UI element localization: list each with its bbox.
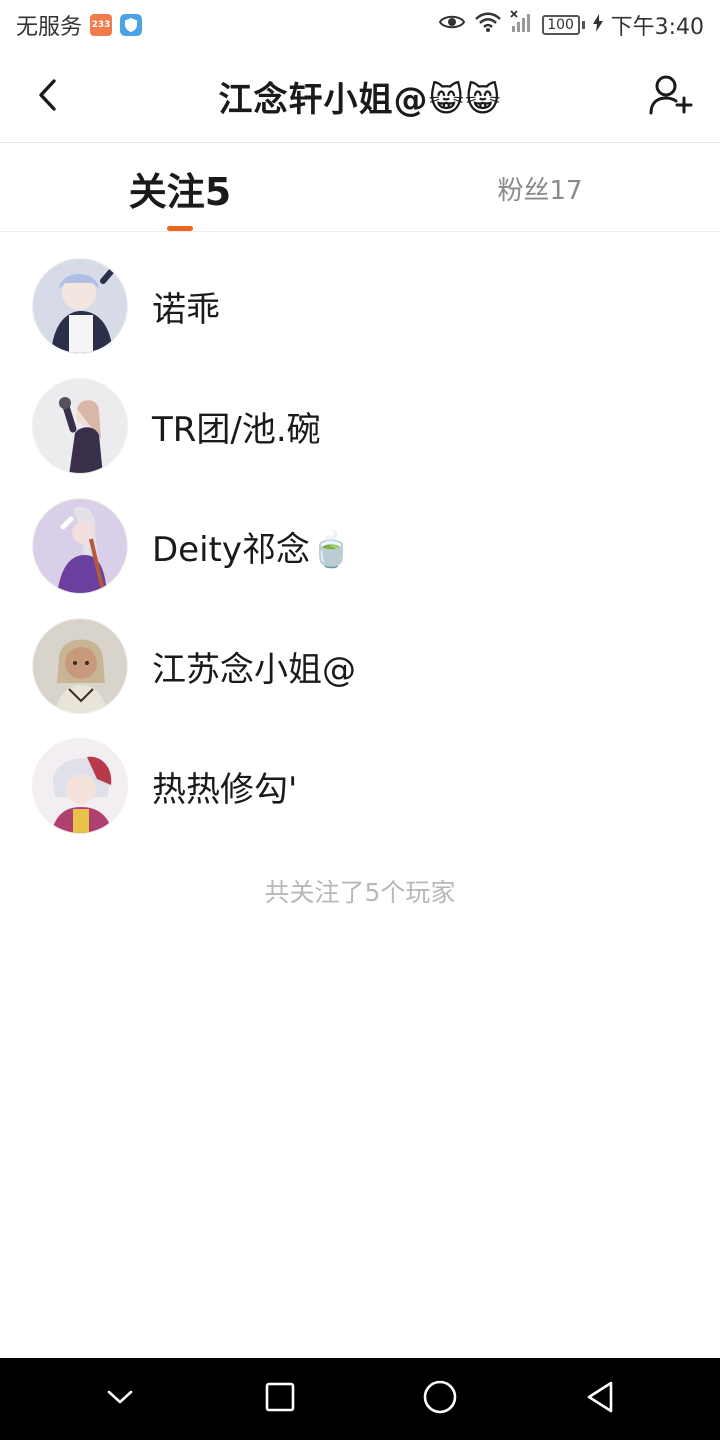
hide-nav-button[interactable] xyxy=(90,1369,150,1429)
avatar[interactable] xyxy=(32,498,128,594)
no-signal-icon xyxy=(509,10,534,40)
active-tab-indicator xyxy=(167,226,193,231)
user-name: TR团/池.碗 xyxy=(152,409,321,450)
following-list: 诺乖 TR团/池.碗 Deity祁念🍵 江苏念小姐@ 热热修勾' xyxy=(0,246,720,846)
avatar[interactable] xyxy=(32,618,128,714)
avatar[interactable] xyxy=(32,378,128,474)
battery-tip xyxy=(581,21,585,29)
add-user-button[interactable] xyxy=(644,72,698,122)
shield-icon xyxy=(120,14,143,36)
page-title: 江念轩小姐@😸😸 xyxy=(218,79,502,120)
tab-bar: 关注5 粉丝17 xyxy=(0,144,720,232)
status-right: 100 下午3:40 xyxy=(438,9,704,41)
list-item[interactable]: 江苏念小姐@ xyxy=(0,606,720,726)
chevron-down-icon xyxy=(106,1388,134,1410)
list-item[interactable]: 诺乖 xyxy=(0,246,720,366)
recent-apps-button[interactable] xyxy=(250,1369,310,1429)
status-bar: 无服务 233 100 下午3:40 xyxy=(0,0,720,50)
top-header: 江念轩小姐@😸😸 xyxy=(0,50,720,143)
clock-text: 下午3:40 xyxy=(610,15,704,40)
status-left: 无服务 233 xyxy=(16,9,143,41)
screen: 无服务 233 100 下午3:40 江念轩小姐@😸😸 关注5 粉丝17 诺乖 … xyxy=(0,0,720,1440)
eye-icon xyxy=(438,12,466,38)
chevron-left-icon xyxy=(36,78,58,116)
circle-home-icon xyxy=(422,1379,458,1419)
user-name: 江苏念小姐@ xyxy=(152,649,356,690)
list-item[interactable]: 热热修勾' xyxy=(0,726,720,846)
list-item[interactable]: TR团/池.碗 xyxy=(0,366,720,486)
tab-following-label: 关注5 xyxy=(128,169,232,214)
carrier-text: 无服务 xyxy=(16,15,83,40)
list-item[interactable]: Deity祁念🍵 xyxy=(0,486,720,606)
triangle-back-icon xyxy=(584,1380,616,1418)
wifi-icon xyxy=(474,11,502,39)
tab-fans[interactable]: 粉丝17 xyxy=(420,144,660,232)
user-name: 诺乖 xyxy=(152,289,220,330)
follow-count-note: 共关注了5个玩家 xyxy=(264,878,456,907)
tab-fans-label: 粉丝17 xyxy=(497,175,583,206)
system-nav-bar xyxy=(0,1358,720,1440)
avatar[interactable] xyxy=(32,258,128,354)
battery-icon: 100 xyxy=(541,15,580,35)
system-back-button[interactable] xyxy=(570,1369,630,1429)
avatar[interactable] xyxy=(32,738,128,834)
app-badge-icon: 233 xyxy=(90,14,113,36)
square-recent-icon xyxy=(264,1381,296,1417)
home-button[interactable] xyxy=(410,1369,470,1429)
back-button[interactable] xyxy=(22,72,72,122)
user-name: 热热修勾' xyxy=(152,769,298,810)
add-user-icon xyxy=(649,73,693,121)
charging-icon xyxy=(592,13,603,38)
tab-following[interactable]: 关注5 xyxy=(60,144,300,232)
user-name: Deity祁念🍵 xyxy=(152,529,353,570)
